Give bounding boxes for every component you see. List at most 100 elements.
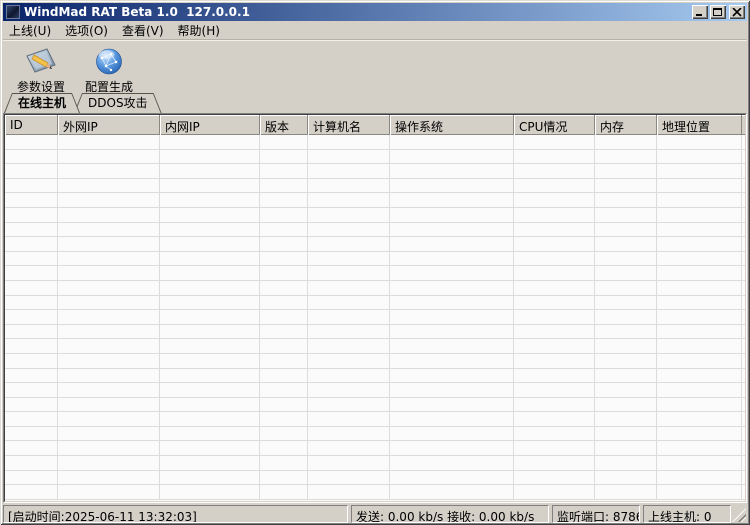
menu-item-view[interactable]: 查看(V) xyxy=(116,20,170,41)
maximize-button[interactable] xyxy=(710,5,726,19)
table-cell-location xyxy=(657,427,742,441)
table-row xyxy=(5,485,745,500)
table-cell-wan-ip xyxy=(58,150,160,164)
table-cell-os xyxy=(390,456,514,470)
table-cell-filler xyxy=(742,252,745,266)
table-cell-computer-name xyxy=(308,427,390,441)
table-cell-filler xyxy=(742,237,745,251)
table-cell-location xyxy=(657,179,742,193)
table-cell-computer-name xyxy=(308,208,390,222)
table-cell-id xyxy=(5,325,58,339)
minimize-button[interactable] xyxy=(692,5,708,19)
table-cell-cpu xyxy=(514,369,595,383)
table-cell-filler xyxy=(742,281,745,295)
table-cell-computer-name xyxy=(308,310,390,324)
table-cell-lan-ip xyxy=(160,281,260,295)
table-cell-id xyxy=(5,223,58,237)
table-cell-memory xyxy=(595,441,657,455)
column-header-lan-ip[interactable]: 内网IP xyxy=(160,115,260,135)
table-row xyxy=(5,456,745,471)
column-header-computer-name[interactable]: 计算机名 xyxy=(308,115,390,135)
host-list-body[interactable] xyxy=(5,135,745,501)
table-cell-filler xyxy=(742,412,745,426)
table-cell-os xyxy=(390,281,514,295)
table-cell-wan-ip xyxy=(58,164,160,178)
table-cell-memory xyxy=(595,208,657,222)
table-cell-id xyxy=(5,471,58,485)
column-header-location[interactable]: 地理位置 xyxy=(657,115,742,135)
table-cell-filler xyxy=(742,427,745,441)
table-cell-id xyxy=(5,252,58,266)
table-cell-lan-ip xyxy=(160,208,260,222)
table-cell-computer-name xyxy=(308,339,390,353)
table-cell-memory xyxy=(595,164,657,178)
table-cell-cpu xyxy=(514,135,595,149)
menu-item-help[interactable]: 帮助(H) xyxy=(172,20,226,41)
column-header-wan-ip[interactable]: 外网IP xyxy=(58,115,160,135)
table-cell-wan-ip xyxy=(58,441,160,455)
table-cell-os xyxy=(390,296,514,310)
column-header-cpu[interactable]: CPU情况 xyxy=(514,115,595,135)
table-cell-computer-name xyxy=(308,325,390,339)
table-cell-cpu xyxy=(514,223,595,237)
table-cell-computer-name xyxy=(308,398,390,412)
table-cell-computer-name xyxy=(308,441,390,455)
table-cell-os xyxy=(390,135,514,149)
close-button[interactable] xyxy=(729,5,745,19)
table-cell-wan-ip xyxy=(58,310,160,324)
table-cell-os xyxy=(390,383,514,397)
table-cell-id xyxy=(5,369,58,383)
table-cell-lan-ip xyxy=(160,179,260,193)
table-cell-os xyxy=(390,310,514,324)
title-bar[interactable]: WindMad RAT Beta 1.0 127.0.0.1 xyxy=(3,3,747,21)
table-cell-cpu xyxy=(514,383,595,397)
table-cell-wan-ip xyxy=(58,471,160,485)
tab-ddos-attack[interactable]: DDOS攻击 xyxy=(74,93,162,113)
column-header-memory[interactable]: 内存 xyxy=(595,115,657,135)
table-cell-id xyxy=(5,354,58,368)
toolbar: 参数设置配置生成 xyxy=(3,41,747,93)
resize-grip[interactable] xyxy=(732,508,746,522)
table-cell-lan-ip xyxy=(160,354,260,368)
table-cell-id xyxy=(5,427,58,441)
column-header-id[interactable]: ID xyxy=(5,115,58,135)
host-list: ID外网IP内网IP版本计算机名操作系统CPU情况内存地理位置 xyxy=(3,113,747,503)
column-header-os[interactable]: 操作系统 xyxy=(390,115,514,135)
tab-online-hosts[interactable]: 在线主机 xyxy=(4,93,80,113)
table-cell-os xyxy=(390,369,514,383)
table-cell-version xyxy=(260,398,308,412)
table-cell-id xyxy=(5,237,58,251)
table-cell-id xyxy=(5,135,58,149)
table-cell-memory xyxy=(595,354,657,368)
menu-item-options[interactable]: 选项(O) xyxy=(59,20,114,41)
table-cell-computer-name xyxy=(308,164,390,178)
table-cell-version xyxy=(260,266,308,280)
table-cell-cpu xyxy=(514,179,595,193)
table-cell-version xyxy=(260,164,308,178)
table-cell-lan-ip xyxy=(160,369,260,383)
table-cell-filler xyxy=(742,266,745,280)
table-cell-cpu xyxy=(514,150,595,164)
table-cell-version xyxy=(260,485,308,499)
table-row xyxy=(5,369,745,384)
table-cell-wan-ip xyxy=(58,252,160,266)
column-header-version[interactable]: 版本 xyxy=(260,115,308,135)
table-cell-memory xyxy=(595,398,657,412)
table-cell-id xyxy=(5,150,58,164)
table-cell-computer-name xyxy=(308,237,390,251)
table-cell-memory xyxy=(595,223,657,237)
table-cell-location xyxy=(657,223,742,237)
table-cell-os xyxy=(390,412,514,426)
status-panel-listen-port: 监听端口: 8786 xyxy=(552,505,640,523)
table-cell-os xyxy=(390,485,514,499)
toolbar-button-generate[interactable]: 配置生成 xyxy=(79,45,139,95)
table-row xyxy=(5,281,745,296)
toolbar-button-settings[interactable]: 参数设置 xyxy=(11,45,71,95)
menu-item-online[interactable]: 上线(U) xyxy=(3,20,57,41)
tab-label: 在线主机 xyxy=(4,93,80,113)
table-cell-cpu xyxy=(514,441,595,455)
table-cell-lan-ip xyxy=(160,135,260,149)
table-row xyxy=(5,412,745,427)
table-cell-os xyxy=(390,325,514,339)
globe-icon xyxy=(94,45,124,77)
